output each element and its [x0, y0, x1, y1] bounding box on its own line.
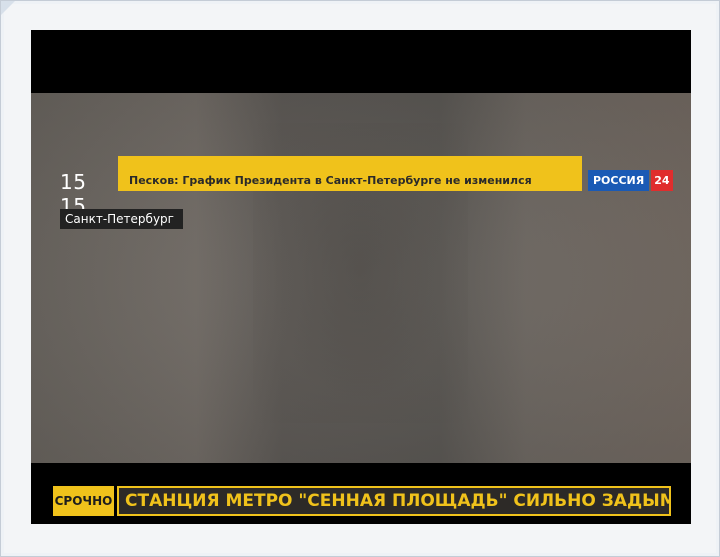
location-label: Санкт-Петербург: [60, 209, 183, 229]
breaking-news-label: СРОЧНО: [53, 486, 114, 516]
broadcast-clock: 15 15: [60, 170, 87, 218]
corner-decoration: [1, 1, 15, 15]
video-vignette: [31, 93, 691, 463]
screenshot-frame: 15 15 Песков: График Президента в Санкт-…: [0, 0, 720, 557]
video-frame-image: 15 15 Песков: График Президента в Санкт-…: [31, 93, 691, 516]
headline-text: Песков: График Президента в Санкт-Петерб…: [129, 174, 532, 187]
channel-number: 24: [651, 170, 673, 191]
channel-logo: РОССИЯ 24: [588, 170, 673, 191]
breaking-news-ticker: СТАНЦИЯ МЕТРО "СЕННАЯ ПЛОЩАДЬ" СИЛЬНО ЗА…: [117, 486, 671, 516]
headline-banner: Песков: График Президента в Санкт-Петерб…: [118, 156, 582, 191]
video-player[interactable]: 15 15 Песков: График Президента в Санкт-…: [31, 30, 691, 524]
channel-name: РОССИЯ: [588, 170, 650, 191]
